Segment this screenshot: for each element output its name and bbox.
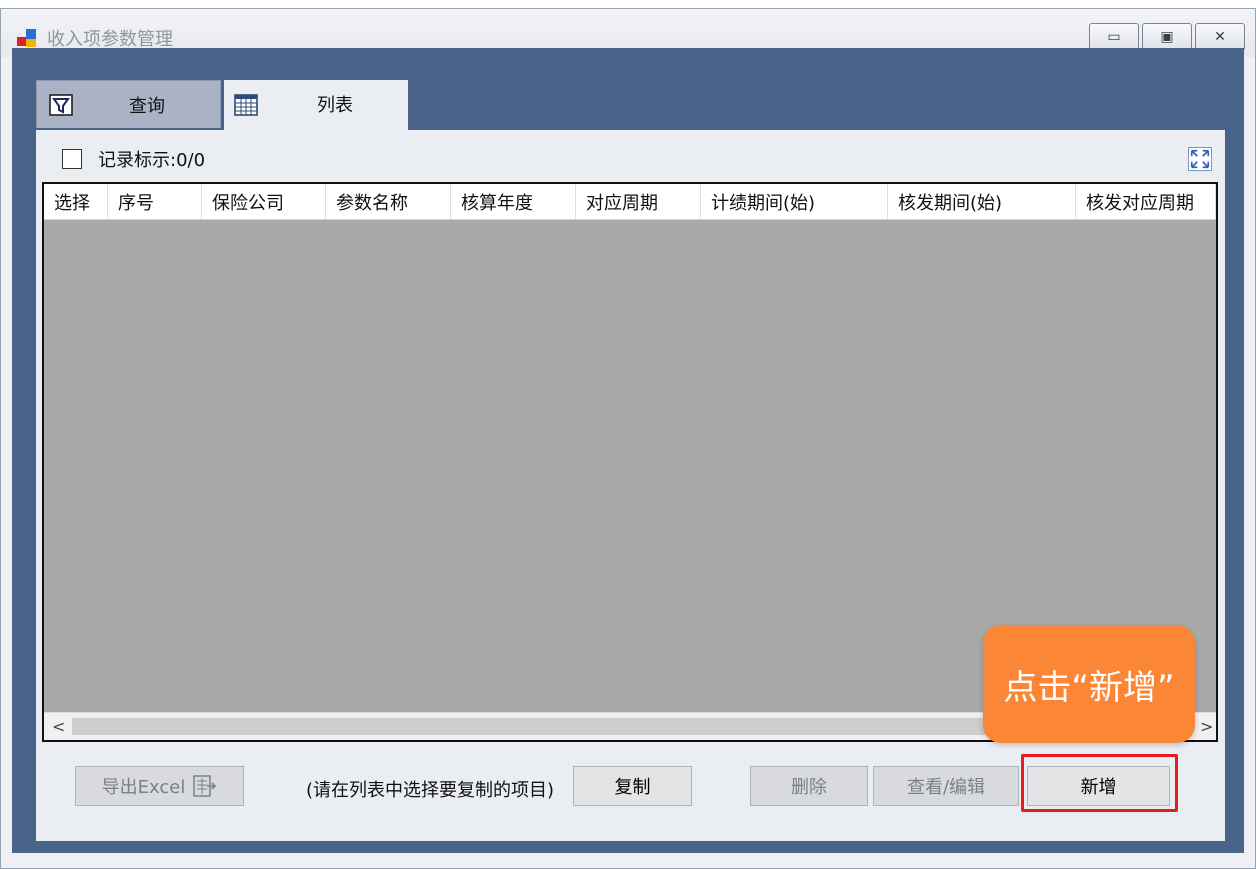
record-indicator: 记录标示:0/0 (62, 148, 206, 171)
copy-hint-text: (请在列表中选择要复制的项目) (306, 780, 555, 801)
minimize-button[interactable]: ▭ (1089, 23, 1139, 51)
scroll-left-icon[interactable]: < (52, 717, 65, 736)
tutorial-callout: 点击“新增” (983, 625, 1195, 743)
table-icon (234, 94, 258, 116)
tab-query-label: 查询 (129, 96, 165, 117)
export-excel-button[interactable]: 导出Excel (75, 766, 244, 806)
column-header[interactable]: 核算年度 (451, 184, 576, 219)
view-edit-button[interactable]: 查看/编辑 (873, 766, 1019, 806)
view-edit-button-label: 查看/编辑 (906, 777, 986, 798)
column-header[interactable]: 参数名称 (326, 184, 451, 219)
grid-header: 选择 序号 保险公司 参数名称 核算年度 对应周期 计绩期间(始) 核发期间(始… (44, 184, 1216, 220)
close-icon: ✕ (1214, 29, 1226, 45)
tab-query[interactable]: 查询 (36, 80, 221, 128)
add-button-highlight (1021, 754, 1178, 812)
delete-button[interactable]: 删除 (750, 766, 868, 806)
tab-list[interactable]: 列表 (224, 80, 408, 130)
close-button[interactable]: ✕ (1195, 23, 1245, 51)
export-excel-label: 导出Excel (101, 777, 186, 798)
app-icon (17, 29, 39, 49)
select-all-checkbox[interactable] (62, 149, 82, 169)
column-header[interactable]: 核发对应周期 (1076, 184, 1216, 219)
column-header[interactable]: 保险公司 (202, 184, 326, 219)
delete-button-label: 删除 (791, 777, 827, 798)
tab-list-label: 列表 (317, 95, 353, 116)
fullscreen-expand-icon[interactable] (1188, 147, 1212, 171)
column-header[interactable]: 对应周期 (576, 184, 701, 219)
copy-button[interactable]: 复制 (573, 766, 692, 806)
column-header[interactable]: 计绩期间(始) (701, 184, 888, 219)
filter-icon (49, 94, 73, 116)
column-header[interactable]: 选择 (44, 184, 108, 219)
copy-button-label: 复制 (614, 777, 651, 798)
scroll-right-icon[interactable]: > (1200, 717, 1213, 736)
callout-text: 点击“新增” (1003, 667, 1175, 708)
excel-export-icon (193, 775, 217, 797)
minimize-icon: ▭ (1107, 29, 1121, 45)
restore-icon: ▣ (1160, 29, 1174, 45)
column-header[interactable]: 序号 (108, 184, 202, 219)
restore-button[interactable]: ▣ (1142, 23, 1192, 51)
record-count-label: 记录标示:0/0 (98, 150, 206, 171)
column-header[interactable]: 核发期间(始) (888, 184, 1076, 219)
